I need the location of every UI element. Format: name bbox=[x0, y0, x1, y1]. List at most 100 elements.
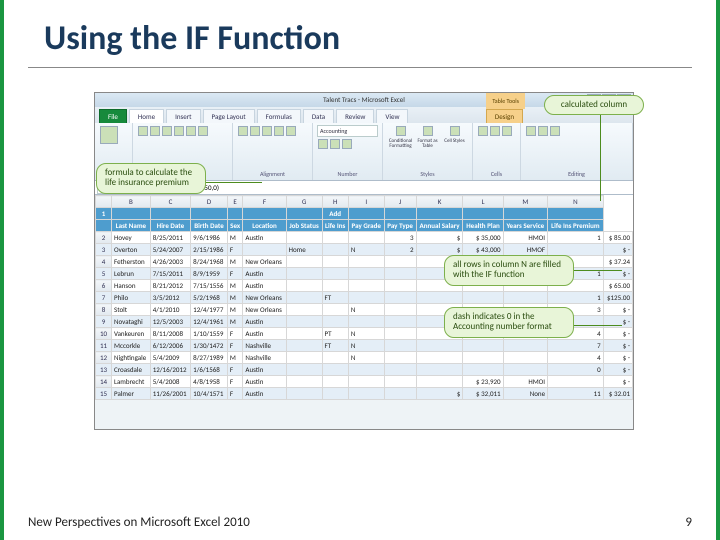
cell[interactable]: N bbox=[348, 328, 384, 340]
cell[interactable]: 4/26/2003 bbox=[150, 256, 190, 268]
cell[interactable] bbox=[286, 256, 322, 268]
cell[interactable]: F bbox=[227, 328, 243, 340]
underline-icon[interactable] bbox=[162, 126, 172, 136]
cell[interactable]: $ bbox=[416, 388, 463, 400]
paste-icon[interactable] bbox=[100, 126, 118, 144]
cell[interactable] bbox=[416, 364, 463, 376]
comma-icon[interactable] bbox=[342, 139, 352, 149]
col-header[interactable]: C bbox=[150, 196, 190, 208]
cell[interactable]: $ 85.00 bbox=[603, 232, 632, 244]
col-header[interactable]: G bbox=[286, 196, 322, 208]
row-header[interactable]: 6 bbox=[96, 280, 112, 292]
cell[interactable]: Fetherston bbox=[112, 256, 151, 268]
row-header[interactable]: 12 bbox=[96, 352, 112, 364]
cell[interactable]: Nashville bbox=[243, 340, 286, 352]
cell[interactable]: 11/26/2001 bbox=[150, 388, 190, 400]
cell[interactable] bbox=[348, 280, 384, 292]
cell[interactable]: Austin bbox=[243, 232, 286, 244]
cell[interactable]: Vankeuren bbox=[112, 328, 151, 340]
cell[interactable] bbox=[286, 316, 322, 328]
row-header[interactable]: 4 bbox=[96, 256, 112, 268]
cell[interactable]: N bbox=[348, 340, 384, 352]
cell[interactable]: Lambrecht bbox=[112, 376, 151, 388]
format-icon[interactable] bbox=[502, 126, 512, 136]
cell[interactable]: F bbox=[227, 376, 243, 388]
cell[interactable]: 8/24/1968 bbox=[191, 256, 228, 268]
cell[interactable]: Stolt bbox=[112, 304, 151, 316]
cell[interactable]: 7/15/2011 bbox=[150, 268, 190, 280]
row-header[interactable]: 5 bbox=[96, 268, 112, 280]
col-header[interactable]: N bbox=[548, 196, 604, 208]
col-header[interactable]: E bbox=[227, 196, 243, 208]
cell[interactable]: $ 23,920 bbox=[463, 376, 503, 388]
cell[interactable] bbox=[348, 316, 384, 328]
cell-styles-icon[interactable] bbox=[450, 126, 460, 136]
tab-review[interactable]: Review bbox=[336, 109, 374, 123]
cell[interactable]: 5/2/1968 bbox=[191, 292, 228, 304]
cell[interactable] bbox=[322, 364, 348, 376]
formula-input[interactable]: =IF(I2="Y",1250,0) bbox=[164, 182, 633, 193]
cell[interactable]: $125.00 bbox=[603, 292, 632, 304]
cell[interactable]: M bbox=[227, 352, 243, 364]
border-icon[interactable] bbox=[174, 126, 184, 136]
currency-icon[interactable] bbox=[318, 139, 328, 149]
cell[interactable] bbox=[384, 256, 416, 268]
cell[interactable]: $ bbox=[416, 232, 463, 244]
cell[interactable]: 1/30/1472 bbox=[191, 340, 228, 352]
cell[interactable]: 1 bbox=[548, 232, 604, 244]
col-header[interactable]: F bbox=[243, 196, 286, 208]
insert-icon[interactable] bbox=[478, 126, 488, 136]
row-header[interactable]: 13 bbox=[96, 364, 112, 376]
cell[interactable]: Hovey bbox=[112, 232, 151, 244]
cell[interactable]: $ - bbox=[603, 352, 632, 364]
cell[interactable]: 10/4/1571 bbox=[191, 388, 228, 400]
cell[interactable] bbox=[286, 232, 322, 244]
cell[interactable]: Austin bbox=[243, 280, 286, 292]
merge-icon[interactable] bbox=[286, 126, 296, 136]
cell[interactable]: HMOF bbox=[503, 244, 547, 256]
cell[interactable] bbox=[286, 352, 322, 364]
cell[interactable]: $ - bbox=[603, 340, 632, 352]
cell[interactable]: Philo bbox=[112, 292, 151, 304]
cell[interactable]: $ 65.00 bbox=[603, 280, 632, 292]
bold-icon[interactable] bbox=[138, 126, 148, 136]
cell[interactable]: 9/6/1986 bbox=[191, 232, 228, 244]
cell[interactable]: 12/16/2012 bbox=[150, 364, 190, 376]
cell[interactable] bbox=[548, 244, 604, 256]
cell[interactable]: New Orleans bbox=[243, 292, 286, 304]
cond-format-icon[interactable] bbox=[396, 126, 406, 136]
cell[interactable]: F bbox=[227, 340, 243, 352]
cell[interactable]: $ - bbox=[603, 244, 632, 256]
cell[interactable] bbox=[384, 268, 416, 280]
cell[interactable]: 5/24/2007 bbox=[150, 244, 190, 256]
col-header[interactable]: K bbox=[416, 196, 463, 208]
cell[interactable]: Lebrun bbox=[112, 268, 151, 280]
align-center-icon[interactable] bbox=[250, 126, 260, 136]
cell[interactable] bbox=[322, 280, 348, 292]
cell[interactable] bbox=[322, 388, 348, 400]
cell[interactable]: HMOI bbox=[503, 376, 547, 388]
cell[interactable]: PT bbox=[322, 328, 348, 340]
col-header[interactable]: H bbox=[322, 196, 348, 208]
cell[interactable] bbox=[286, 268, 322, 280]
cell[interactable] bbox=[286, 328, 322, 340]
cell[interactable] bbox=[384, 328, 416, 340]
align-right-icon[interactable] bbox=[262, 126, 272, 136]
cell[interactable]: 8/21/2012 bbox=[150, 280, 190, 292]
cell[interactable] bbox=[416, 376, 463, 388]
cell[interactable] bbox=[463, 292, 503, 304]
row-header[interactable]: 8 bbox=[96, 304, 112, 316]
worksheet-grid[interactable]: BCDEFGHIJKLMN1AddLast NameHire DateBirth… bbox=[95, 195, 633, 400]
cell[interactable] bbox=[348, 232, 384, 244]
cell[interactable]: M bbox=[227, 316, 243, 328]
cell[interactable]: Austin bbox=[243, 364, 286, 376]
cell[interactable] bbox=[286, 364, 322, 376]
fill-icon[interactable] bbox=[186, 126, 196, 136]
cell[interactable] bbox=[463, 364, 503, 376]
number-format-select[interactable]: Accounting bbox=[317, 125, 378, 137]
cell[interactable]: M bbox=[227, 256, 243, 268]
row-header[interactable]: 15 bbox=[96, 388, 112, 400]
sort-icon[interactable] bbox=[538, 126, 548, 136]
cell[interactable]: $ - bbox=[603, 364, 632, 376]
cell[interactable] bbox=[384, 376, 416, 388]
